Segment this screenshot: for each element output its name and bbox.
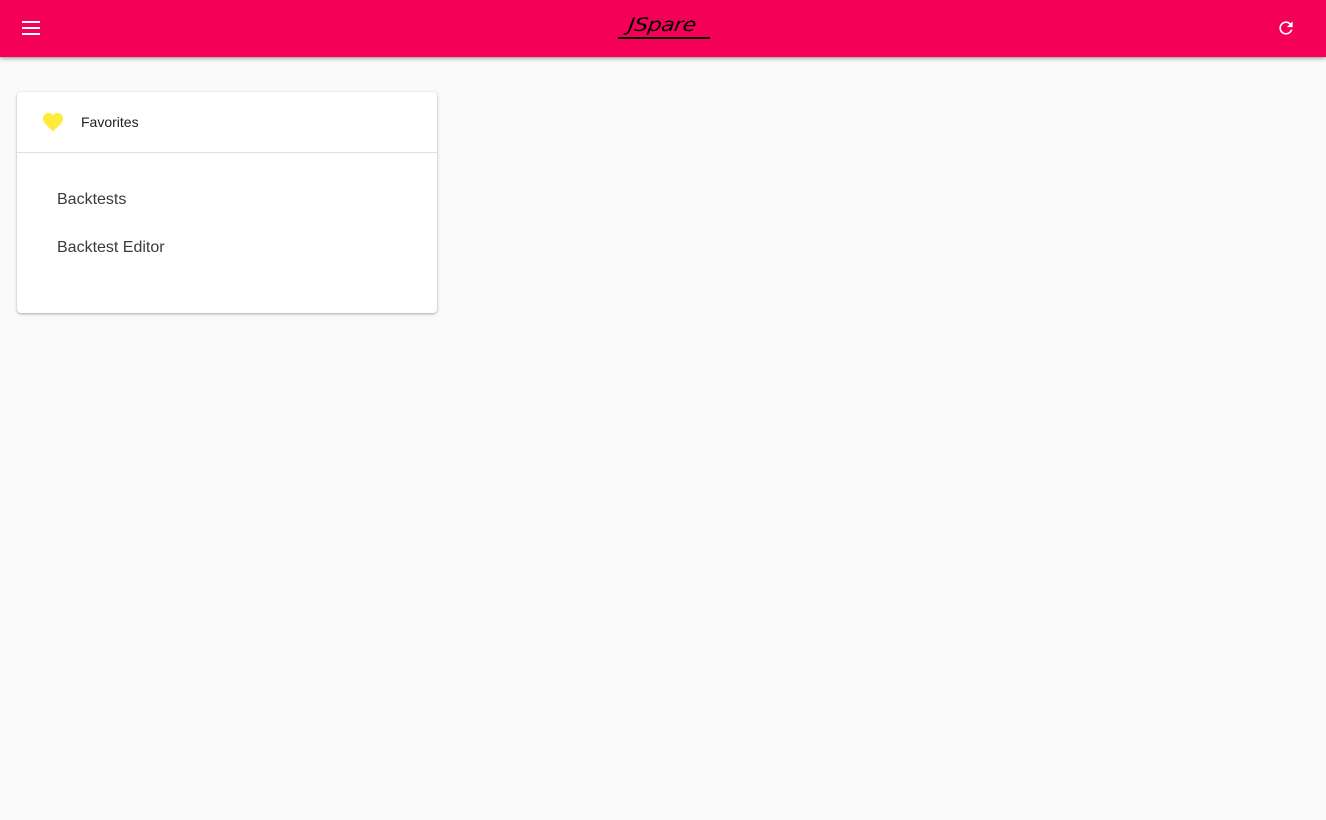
refresh-icon: [1279, 21, 1293, 35]
menu-icon: [22, 21, 40, 35]
app-logo[interactable]: JSpare: [612, 12, 712, 44]
logo-underline: [618, 37, 710, 39]
heart-icon: [43, 113, 63, 132]
favorites-title: Favorites: [81, 114, 139, 130]
favorite-item-backtest-editor[interactable]: Backtest Editor: [41, 228, 413, 268]
app-toolbar: JSpare: [0, 0, 1326, 57]
logo-text: JSpare: [626, 14, 698, 37]
favorites-card-header: Favorites: [17, 92, 437, 153]
menu-button[interactable]: [14, 10, 50, 46]
refresh-button[interactable]: [1268, 10, 1304, 46]
favorite-item-backtests[interactable]: Backtests: [41, 180, 413, 220]
favorites-card: Favorites Backtests Backtest Editor: [17, 92, 437, 313]
